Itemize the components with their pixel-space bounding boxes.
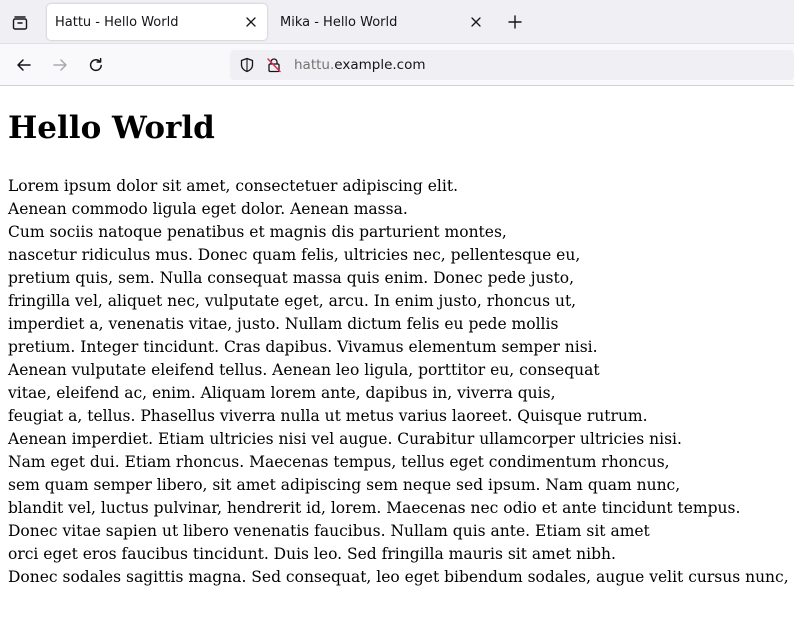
tracking-protection-button[interactable] bbox=[239, 57, 255, 73]
paragraph-line: fringilla vel, aliquet nec, vulputate eg… bbox=[8, 292, 577, 310]
paragraph-line: Donec sodales sagittis magna. Sed conseq… bbox=[8, 568, 789, 586]
tab-list-button[interactable] bbox=[6, 9, 34, 37]
body-paragraph: Lorem ipsum dolor sit amet, consectetuer… bbox=[8, 175, 794, 589]
tab-mika[interactable]: Mika - Hello World bbox=[272, 4, 492, 40]
paragraph-line: feugiat a, tellus. Phasellus viverra nul… bbox=[8, 407, 648, 425]
shield-icon bbox=[240, 57, 254, 73]
paragraph-line: vitae, eleifend ac, enim. Aliquam lorem … bbox=[8, 384, 556, 402]
forward-button[interactable] bbox=[46, 51, 74, 79]
browser-window: Hattu - Hello World Mika - Hello World h… bbox=[0, 0, 794, 639]
paragraph-line: Cum sociis natoque penatibus et magnis d… bbox=[8, 223, 507, 241]
paragraph-line: blandit vel, luctus pulvinar, hendrerit … bbox=[8, 499, 741, 517]
paragraph-line: Aenean commodo ligula eget dolor. Aenean… bbox=[8, 200, 408, 218]
insecure-lock-icon bbox=[267, 58, 281, 73]
paragraph-line: Aenean imperdiet. Etiam ultricies nisi v… bbox=[8, 430, 682, 448]
reload-button[interactable] bbox=[82, 51, 110, 79]
paragraph-line: pretium quis, sem. Nulla consequat massa… bbox=[8, 269, 574, 287]
paragraph-line: Nam eget dui. Etiam rhoncus. Maecenas te… bbox=[8, 453, 670, 471]
paragraph-line: Aenean vulputate eleifend tellus. Aenean… bbox=[8, 361, 600, 379]
paragraph-line: orci eget eros faucibus tincidunt. Duis … bbox=[8, 545, 616, 563]
forward-arrow-icon bbox=[53, 59, 67, 71]
tab-close-button[interactable] bbox=[243, 14, 259, 30]
page-content: Hello World Lorem ipsum dolor sit amet, … bbox=[0, 86, 794, 639]
address-bar[interactable]: hattu.example.com bbox=[230, 50, 794, 80]
paragraph-line: imperdiet a, venenatis vitae, justo. Nul… bbox=[8, 315, 559, 333]
site-security-button[interactable] bbox=[266, 57, 282, 73]
close-icon bbox=[471, 17, 481, 27]
tab-close-button[interactable] bbox=[468, 14, 484, 30]
close-icon bbox=[246, 17, 256, 27]
url-subdomain: hattu. bbox=[294, 57, 335, 73]
url-text[interactable]: hattu.example.com bbox=[294, 57, 426, 73]
paragraph-line: Lorem ipsum dolor sit amet, consectetuer… bbox=[8, 177, 459, 195]
url-domain: example.com bbox=[334, 57, 426, 73]
tab-strip: Hattu - Hello World Mika - Hello World bbox=[0, 0, 794, 44]
plus-icon bbox=[508, 15, 522, 29]
tab-list-icon bbox=[12, 16, 28, 30]
paragraph-line: nascetur ridiculus mus. Donec quam felis… bbox=[8, 246, 581, 264]
back-arrow-icon bbox=[17, 59, 31, 71]
paragraph-line: pretium. Integer tincidunt. Cras dapibus… bbox=[8, 338, 598, 356]
paragraph-line: Donec vitae sapien ut libero venenatis f… bbox=[8, 522, 650, 540]
new-tab-button[interactable] bbox=[502, 9, 528, 35]
tab-title: Mika - Hello World bbox=[280, 15, 398, 30]
navigation-toolbar: hattu.example.com bbox=[0, 44, 794, 86]
back-button[interactable] bbox=[10, 51, 38, 79]
paragraph-line: sem quam semper libero, sit amet adipisc… bbox=[8, 476, 681, 494]
tab-hattu[interactable]: Hattu - Hello World bbox=[47, 4, 267, 40]
reload-icon bbox=[89, 57, 102, 72]
page-heading: Hello World bbox=[8, 110, 215, 146]
tab-title: Hattu - Hello World bbox=[55, 15, 179, 30]
